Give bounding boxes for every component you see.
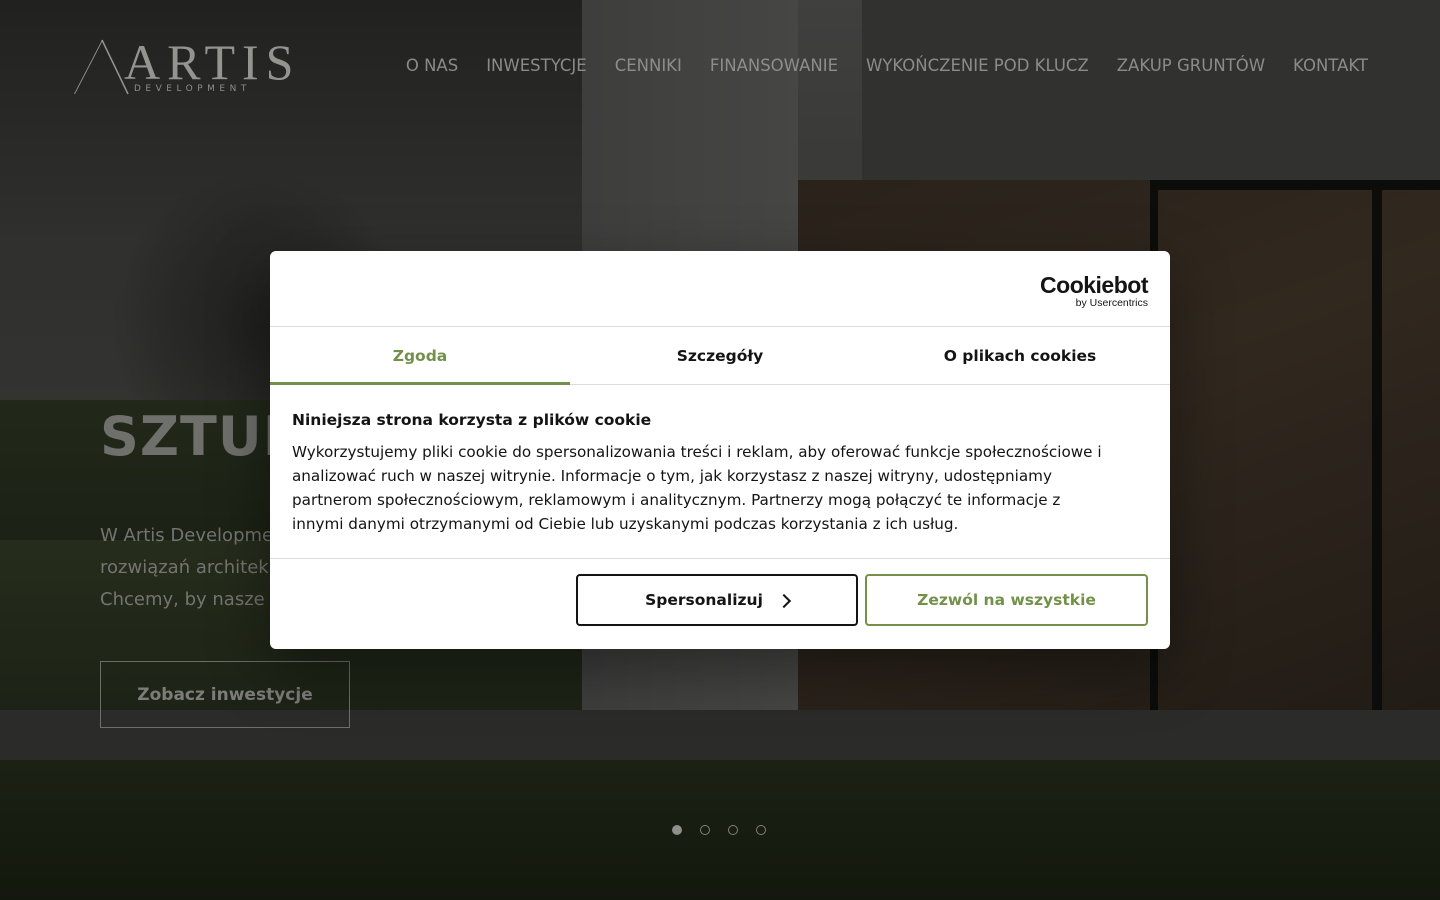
main-nav: O NAS INWESTYCJE CENNIKI FINANSOWANIE WY… [406,55,1368,77]
see-investments-button[interactable]: Zobacz inwestycje [100,661,350,728]
tab-o-plikach-cookies[interactable]: O plikach cookies [870,327,1170,384]
nav-item-kontakt[interactable]: KONTAKT [1293,55,1368,77]
dialog-text-line: partnerom społecznościowym, reklamowym i… [292,491,1061,509]
slider-dot-3[interactable] [728,825,738,835]
dialog-body: Niniejsza strona korzysta z plików cooki… [270,385,1170,559]
cookiebot-wordmark: Cookiebot [1040,272,1148,298]
dialog-tabs: Zgoda Szczegóły O plikach cookies [270,327,1170,385]
tab-zgoda[interactable]: Zgoda [270,327,570,385]
dialog-text-line: analizować ruch w naszej witrynie. Infor… [292,467,1052,485]
slider-dot-2[interactable] [700,825,710,835]
page: ARTIS DEVELOPMENT O NAS INWESTYCJE CENNI… [0,0,1440,900]
tab-szczegoly[interactable]: Szczegóły [570,327,870,384]
nav-item-cenniki[interactable]: CENNIKI [615,55,682,77]
slider-dot-1[interactable] [672,825,682,835]
site-header: ARTIS DEVELOPMENT O NAS INWESTYCJE CENNI… [0,0,1440,130]
nav-item-inwestycje[interactable]: INWESTYCJE [486,55,587,77]
nav-item-wykonczenie[interactable]: WYKOŃCZENIE POD KLUCZ [866,55,1089,77]
cookie-consent-dialog: Cookiebot by Usercentrics Zgoda Szczegół… [270,251,1170,649]
nav-item-o-nas[interactable]: O NAS [406,55,458,77]
dialog-footer: Spersonalizuj Zezwól na wszystkie [270,559,1170,649]
dialog-title: Niniejsza strona korzysta z plików cooki… [292,411,652,429]
logo-subtitle: DEVELOPMENT [134,84,251,94]
logo-wordmark: ARTIS [124,34,301,90]
logo-mark-icon [74,39,129,95]
allow-all-button[interactable]: Zezwól na wszystkie [865,574,1148,626]
nav-item-finansowanie[interactable]: FINANSOWANIE [710,55,838,77]
slider-dot-4[interactable] [756,825,766,835]
nav-item-zakup-gruntow[interactable]: ZAKUP GRUNTÓW [1117,55,1265,77]
customize-button[interactable]: Spersonalizuj [576,574,858,626]
allow-all-button-label: Zezwól na wszystkie [917,591,1096,609]
dialog-header: Cookiebot by Usercentrics [270,251,1170,327]
chevron-right-icon [776,593,791,608]
cookiebot-logo[interactable]: Cookiebot by Usercentrics [1040,273,1148,309]
dialog-text-line: Wykorzystujemy pliki cookie do spersonal… [292,443,1102,461]
slider-pagination [672,825,766,835]
customize-button-label: Spersonalizuj [645,591,763,609]
site-logo[interactable]: ARTIS DEVELOPMENT [72,36,293,98]
cookiebot-subtitle: by Usercentrics [1075,297,1148,309]
dialog-description: Wykorzystujemy pliki cookie do spersonal… [292,440,1148,536]
dialog-text-line: innymi danymi otrzymanymi od Ciebie lub … [292,515,959,533]
